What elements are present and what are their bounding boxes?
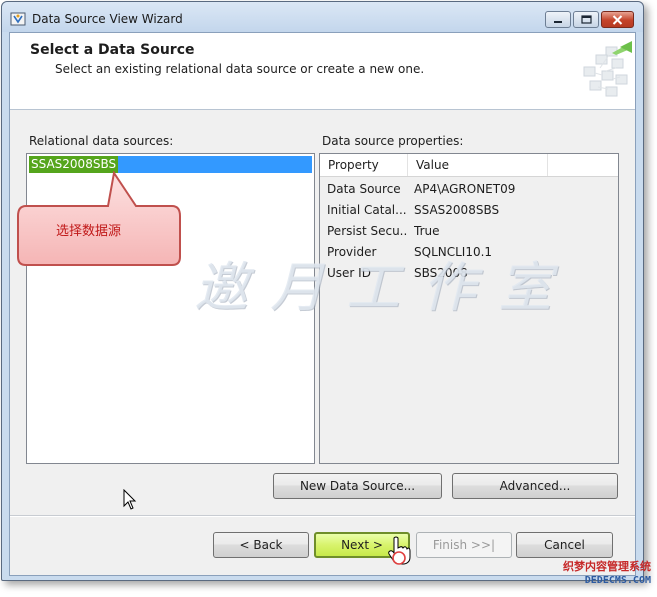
property-value: True xyxy=(414,224,440,238)
cancel-button[interactable]: Cancel xyxy=(516,532,613,558)
back-button[interactable]: < Back xyxy=(213,532,309,558)
property-name: Data Source xyxy=(327,182,401,196)
properties-grid-header: Property Value xyxy=(320,154,618,177)
data-source-graphic-icon xyxy=(576,41,632,103)
hand-cursor-icon xyxy=(388,536,411,565)
arrow-cursor-icon xyxy=(123,489,137,510)
close-button[interactable] xyxy=(601,11,634,28)
property-value: SBS2008 xyxy=(414,266,468,280)
property-value: AP4\AGRONET09 xyxy=(414,182,516,196)
maximize-button[interactable] xyxy=(573,11,599,28)
wizard-content: Select a Data Source Select an existing … xyxy=(9,32,636,576)
wizard-header: Select a Data Source Select an existing … xyxy=(10,33,635,110)
footer-separator xyxy=(10,515,635,517)
page-subtitle: Select an existing relational data sourc… xyxy=(55,62,425,76)
advanced-button[interactable]: Advanced... xyxy=(452,473,618,499)
title-bar[interactable]: Data Source View Wizard xyxy=(2,2,643,32)
properties-label: Data source properties: xyxy=(322,134,464,148)
property-row[interactable]: Data Source AP4\AGRONET09 xyxy=(320,179,618,200)
column-header-value[interactable]: Value xyxy=(408,154,548,176)
property-name: User ID xyxy=(327,266,371,280)
property-name: Persist Secu... xyxy=(327,224,407,238)
finish-button[interactable]: Finish >>| xyxy=(416,532,512,558)
minimize-button[interactable] xyxy=(545,11,571,28)
maximize-icon xyxy=(580,15,592,24)
minimize-icon xyxy=(554,20,562,23)
property-value: SQLNCLI10.1 xyxy=(414,245,493,259)
callout-bubble xyxy=(17,171,181,266)
property-name: Initial Catal... xyxy=(327,203,407,217)
property-row[interactable]: Persist Secu... True xyxy=(320,221,618,242)
property-name: Provider xyxy=(327,245,377,259)
property-row[interactable]: Initial Catal... SSAS2008SBS xyxy=(320,200,618,221)
site-watermark-line2: DEDECMS.COM xyxy=(584,575,651,586)
column-header-property[interactable]: Property xyxy=(320,154,408,176)
wizard-app-icon xyxy=(10,12,26,26)
relational-sources-label: Relational data sources: xyxy=(29,134,174,148)
properties-grid[interactable]: Property Value Data Source AP4\AGRONET09… xyxy=(319,153,619,464)
callout-text: 选择数据源 xyxy=(56,224,122,239)
property-row[interactable]: User ID SBS2008 xyxy=(320,263,618,284)
site-watermark-line1: 织梦内容管理系统 xyxy=(563,560,651,573)
property-value: SSAS2008SBS xyxy=(414,203,500,217)
page-title: Select a Data Source xyxy=(30,42,195,58)
property-row[interactable]: Provider SQLNCLI10.1 xyxy=(320,242,618,263)
wizard-window: Data Source View Wizard Select a Data So… xyxy=(1,1,644,581)
window-title: Data Source View Wizard xyxy=(32,12,183,26)
new-data-source-button[interactable]: New Data Source... xyxy=(273,473,442,499)
close-icon xyxy=(612,14,623,25)
site-watermark: 织梦内容管理系统 DEDECMS.COM xyxy=(545,560,651,594)
